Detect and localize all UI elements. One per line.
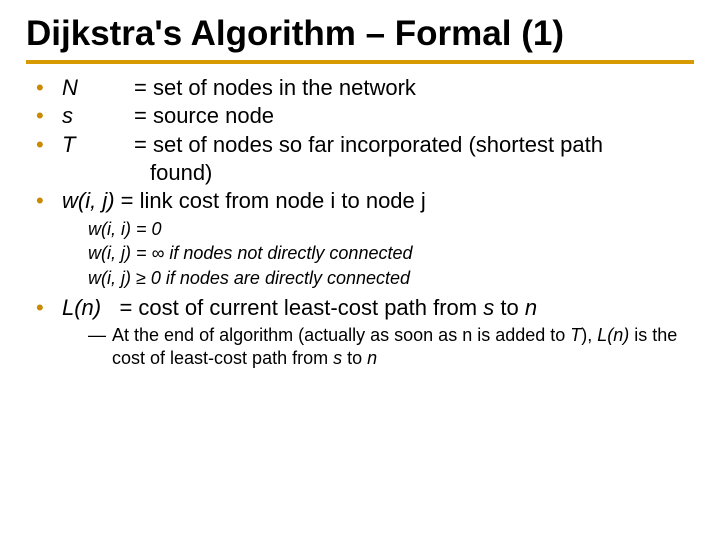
term-n: N <box>62 74 134 102</box>
def-s: = source node <box>134 102 694 130</box>
term-w: w(i, j) <box>62 188 115 213</box>
title-underline <box>26 60 694 64</box>
slide-title: Dijkstra's Algorithm – Formal (1) <box>26 14 694 54</box>
w-cond-geq: w(i, j) ≥ 0 if nodes are directly connec… <box>88 266 694 290</box>
item-w: w(i, j) = link cost from node i to node … <box>36 187 694 290</box>
definition-list: N = set of nodes in the network s = sour… <box>26 74 694 371</box>
term-t: T <box>62 131 134 159</box>
def-l-pre: = cost of current least-cost path from <box>119 295 483 320</box>
def-l-n: n <box>525 295 537 320</box>
l-note: At the end of algorithm (actually as soo… <box>62 324 694 371</box>
item-t: T = set of nodes so far incorporated (sh… <box>36 131 694 187</box>
term-s: s <box>62 102 134 130</box>
item-s: s = source node <box>36 102 694 130</box>
def-l-s: s <box>483 295 494 320</box>
def-t-line1: = set of nodes so far incorporated (shor… <box>134 131 694 159</box>
w-cond-infinity: w(i, j) = ∞ if nodes not directly connec… <box>88 241 694 265</box>
w-conditions: w(i, i) = 0 w(i, j) = ∞ if nodes not dir… <box>62 217 694 290</box>
item-n: N = set of nodes in the network <box>36 74 694 102</box>
l-note-line: At the end of algorithm (actually as soo… <box>88 324 694 371</box>
w-cond-zero: w(i, i) = 0 <box>88 217 694 241</box>
def-t-line2: found) <box>134 159 694 187</box>
def-l-to: to <box>494 295 525 320</box>
term-l: L(n) <box>62 295 101 320</box>
def-w: = link cost from node i to node j <box>121 188 426 213</box>
def-n: = set of nodes in the network <box>134 74 694 102</box>
slide: Dijkstra's Algorithm – Formal (1) N = se… <box>0 0 720 540</box>
item-l: L(n) = cost of current least-cost path f… <box>36 294 694 371</box>
